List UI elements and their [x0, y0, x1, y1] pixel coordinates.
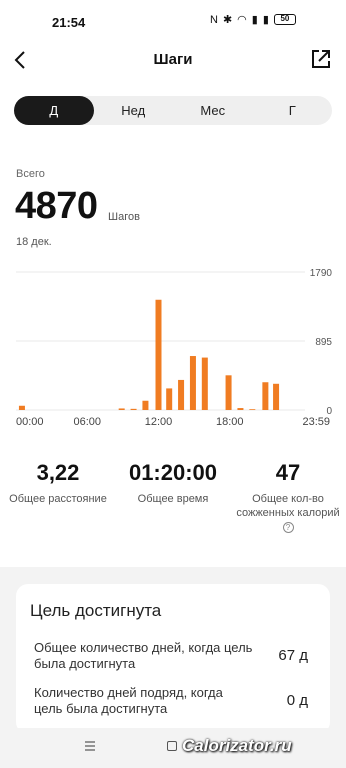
page-title: Шаги	[153, 51, 193, 68]
tab-month[interactable]: Мес	[173, 96, 253, 125]
goal-streak-label: Количество дней подряд, когда цель была …	[34, 685, 223, 716]
calories-value: 47	[275, 460, 301, 485]
bar	[155, 299, 162, 410]
goal-streak-value: 0 д	[286, 692, 308, 709]
bar	[249, 409, 256, 410]
battery-icon: 50	[273, 14, 296, 25]
bar	[273, 383, 280, 410]
header: Шаги	[0, 40, 346, 80]
bar	[189, 356, 196, 410]
nfc-icon: N	[210, 13, 218, 26]
tab-day[interactable]: Д	[14, 96, 94, 125]
total-label: Всего	[16, 168, 45, 180]
distance-label: Общее расстояние	[9, 493, 107, 505]
share-icon[interactable]	[310, 48, 332, 70]
period-tabs: Д Нед Мес Г	[14, 96, 332, 125]
bar	[142, 400, 149, 410]
stat-time: 01:20:00 Общее время	[121, 460, 225, 506]
goal-title: Цель достигнута	[30, 601, 162, 620]
signal-icon: ▮	[251, 14, 258, 26]
bluetooth-icon: ✱	[222, 14, 233, 26]
status-bar: 21:54 N ✱ ◠ ▮ ▮ 50	[0, 0, 346, 44]
stat-distance: 3,22 Общее расстояние	[6, 460, 110, 506]
bar	[201, 357, 208, 410]
stat-calories: 47 Общее кол-во сожженных калорий ?	[236, 460, 340, 534]
time-label: Общее время	[137, 493, 209, 505]
bar	[237, 408, 244, 410]
y-tick-label: 895	[315, 337, 332, 348]
bar	[178, 379, 185, 410]
info-icon[interactable]: ?	[282, 521, 294, 533]
bar	[130, 408, 137, 410]
home-icon[interactable]	[167, 741, 177, 751]
x-tick-label: 00:00	[16, 416, 44, 428]
x-tick-label: 18:00	[216, 416, 244, 428]
goal-card: Цель достигнута Общее количество дней, к…	[16, 584, 330, 734]
x-tick-label: 12:00	[145, 416, 173, 428]
total-steps-unit: Шагов	[108, 211, 140, 223]
wifi-icon: ◠	[237, 14, 247, 26]
calories-label-wrap: Общее кол-во сожженных калорий ?	[236, 492, 340, 534]
bar	[225, 375, 232, 410]
status-icons: N ✱ ◠ ▮ ▮ 50	[210, 13, 296, 26]
total-steps-value: 4870	[15, 185, 98, 227]
tab-year[interactable]: Г	[253, 96, 333, 125]
bar	[262, 382, 269, 410]
signal-2-icon: ▮	[262, 14, 269, 26]
calories-label: Общее кол-во сожженных калорий	[236, 493, 340, 519]
system-nav-bar: Calorizator.ru	[0, 728, 346, 768]
y-tick-label: 1790	[310, 268, 333, 279]
distance-value: 3,22	[36, 460, 80, 485]
time-value: 01:20:00	[128, 460, 218, 485]
tab-week[interactable]: Нед	[94, 96, 174, 125]
goal-total-days-label: Общее количество дней, когда цель была д…	[34, 640, 253, 671]
menu-icon[interactable]	[84, 740, 96, 752]
bar	[118, 408, 125, 410]
goal-total-days-value: 67 д	[278, 647, 308, 664]
stats-row: 3,22 Общее расстояние 01:20:00 Общее вре…	[0, 460, 346, 540]
x-tick-label: 23:59	[302, 416, 330, 428]
status-time: 21:54	[52, 15, 86, 30]
total-date: 18 дек.	[16, 236, 52, 248]
steps-chart: 1790895000:00 06:00 12:00 18:00 23:59	[16, 268, 333, 428]
bar	[166, 388, 173, 410]
watermark-logo: Calorizator.ru	[182, 736, 292, 755]
x-tick-label: 06:00	[73, 416, 101, 428]
bar	[18, 405, 25, 410]
